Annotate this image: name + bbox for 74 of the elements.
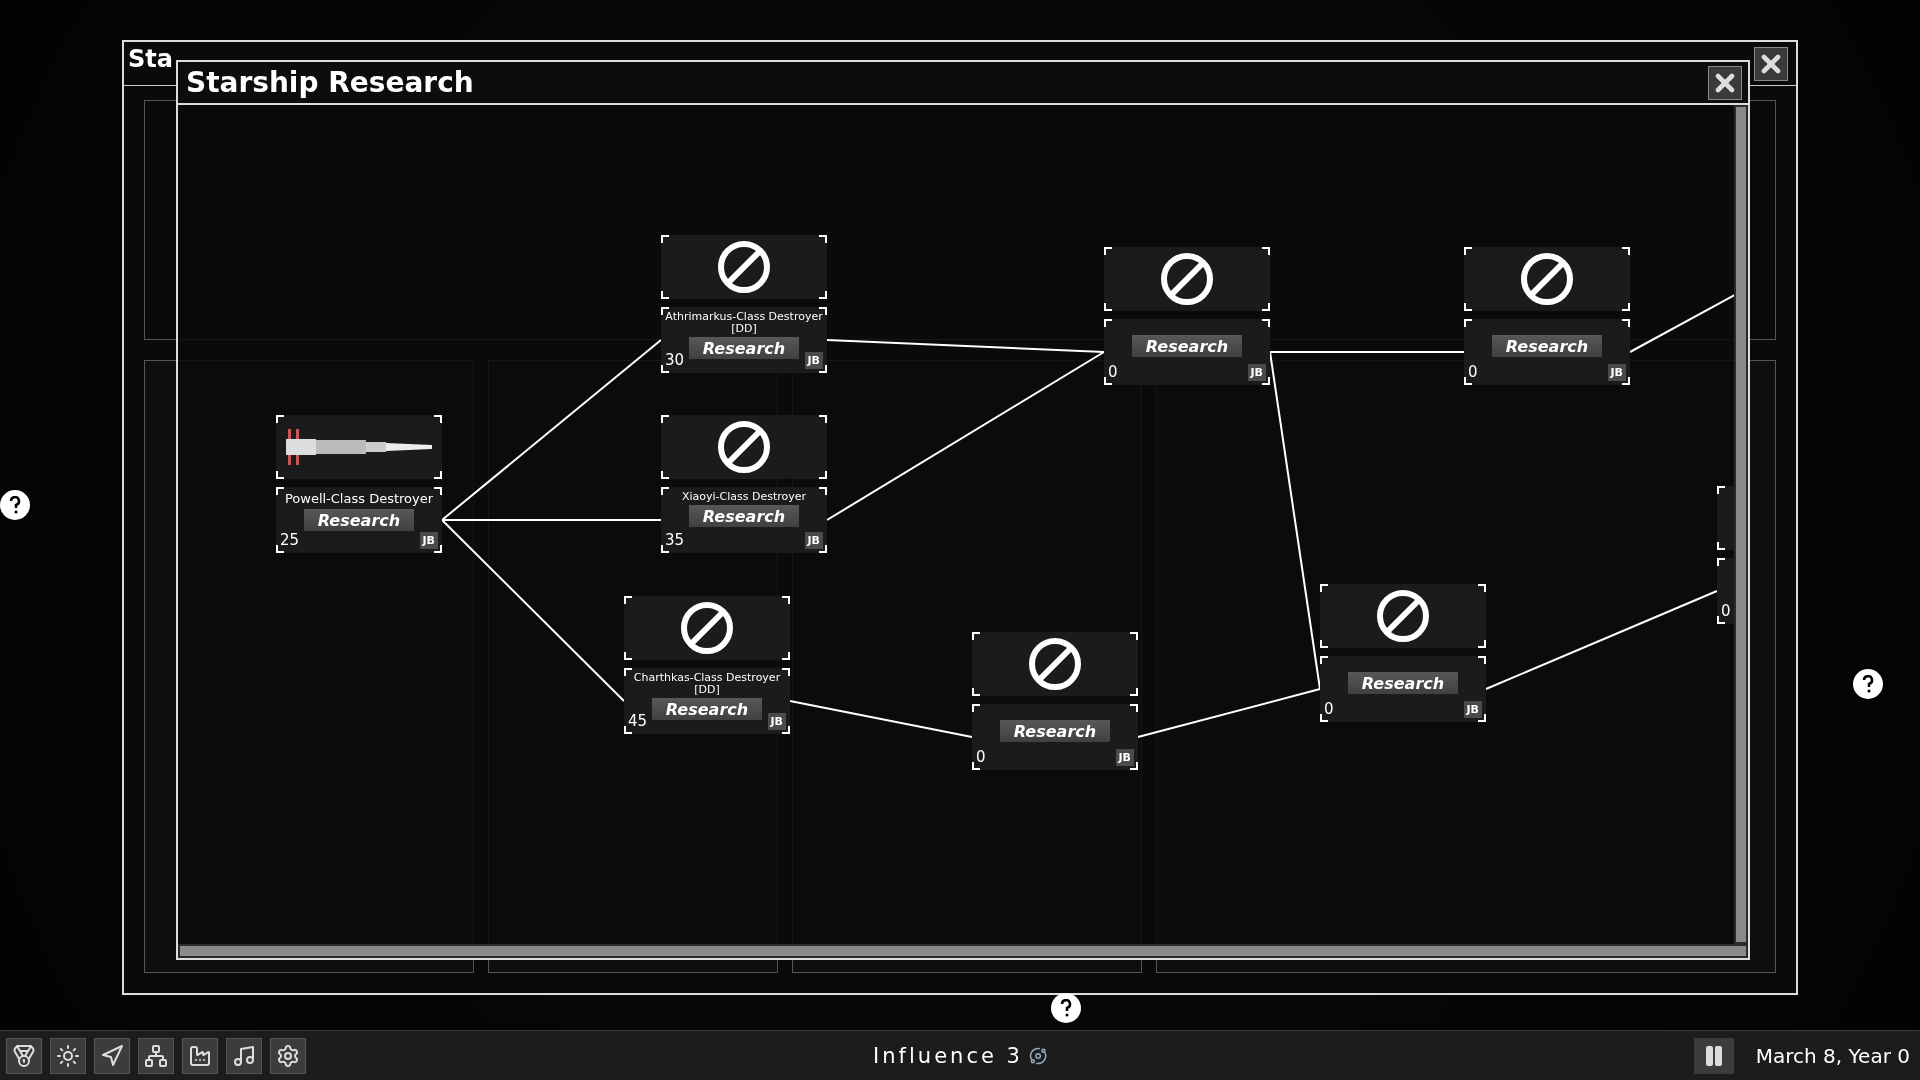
medal-icon [12, 1043, 36, 1068]
prohibited-icon [1160, 252, 1214, 306]
horizontal-scrollbar[interactable] [178, 944, 1748, 958]
arrow-icon [100, 1043, 124, 1068]
help-button[interactable] [1051, 993, 1081, 1023]
cost-value: 35 [665, 531, 685, 549]
prohibited-icon [1028, 637, 1082, 691]
factory-button[interactable] [182, 1037, 218, 1074]
window-title: Sta [128, 44, 173, 73]
research-button[interactable]: Research [1347, 672, 1459, 694]
influence-label: Influence 3 [873, 1043, 1023, 1068]
dialog-title: Starship Research [186, 66, 474, 99]
music-button[interactable] [226, 1037, 262, 1074]
currency-tag: JB [1247, 364, 1266, 381]
cost-value: 0 [1468, 363, 1478, 381]
hierarchy-button[interactable] [138, 1037, 174, 1074]
research-button[interactable]: Research [688, 337, 800, 359]
research-button[interactable]: Research [1131, 335, 1243, 357]
node-icon-panel[interactable] [661, 235, 827, 299]
node-icon-panel[interactable] [1104, 247, 1270, 311]
node-icon-panel[interactable] [1464, 247, 1630, 311]
cost-value: 30 [665, 351, 685, 369]
help-icon [1861, 675, 1875, 693]
medal-button[interactable] [6, 1037, 42, 1074]
close-button[interactable] [1754, 46, 1788, 81]
arrow-button[interactable] [94, 1037, 130, 1074]
help-icon [8, 496, 22, 514]
node-icon-panel[interactable] [624, 596, 790, 660]
research-button[interactable]: Research [303, 509, 415, 531]
ship-name: Xiaoyi-Class Destroyer [681, 491, 807, 503]
currency-tag: JB [1115, 749, 1134, 766]
cost-value: 25 [280, 531, 300, 549]
prohibited-icon [680, 601, 734, 655]
currency-tag: JB [1607, 364, 1626, 381]
currency-tag: JB [804, 352, 823, 369]
sun-button[interactable] [50, 1037, 86, 1074]
node-icon-panel[interactable] [972, 632, 1138, 696]
ship-name: Athrimarkus-Class Destroyer [DD] [664, 311, 824, 335]
settings-icon [276, 1043, 300, 1068]
cost-value: 0 [976, 748, 986, 766]
node-icon-panel[interactable] [661, 415, 827, 479]
research-button[interactable]: Research [999, 720, 1111, 742]
node-icon-panel[interactable] [276, 415, 442, 479]
currency-tag: JB [419, 532, 438, 549]
vertical-scrollbar[interactable] [1734, 105, 1748, 944]
pause-button[interactable] [1693, 1037, 1734, 1074]
node-icon-panel[interactable] [1320, 584, 1486, 648]
cost-value: 0 [1721, 602, 1731, 620]
game-date: March 8, Year 0 [1755, 1043, 1911, 1068]
research-button[interactable]: Research [1491, 335, 1603, 357]
sun-icon [56, 1043, 80, 1068]
research-button[interactable]: Research [688, 505, 800, 527]
help-button[interactable] [1853, 669, 1883, 699]
cost-value: 0 [1324, 700, 1334, 718]
prohibited-icon [717, 420, 771, 474]
settings-button[interactable] [270, 1037, 306, 1074]
music-icon [232, 1043, 256, 1068]
factory-icon [188, 1043, 212, 1068]
cost-value: 0 [1108, 363, 1118, 381]
prohibited-icon [717, 240, 771, 294]
close-button[interactable] [1708, 65, 1742, 100]
ship-name: Charthkas-Class Destroyer [DD] [632, 672, 782, 696]
currency-tag: JB [767, 713, 786, 730]
hierarchy-icon [144, 1043, 168, 1068]
currency-tag: JB [804, 532, 823, 549]
prohibited-icon [1520, 252, 1574, 306]
cost-value: 45 [628, 712, 648, 730]
help-icon [1059, 999, 1073, 1017]
ship-name: Powell-Class Destroyer [284, 491, 434, 507]
currency-tag: JB [1463, 701, 1482, 718]
galaxy-icon [1028, 1046, 1047, 1065]
prohibited-icon [1376, 589, 1430, 643]
help-button[interactable] [0, 490, 30, 520]
research-button[interactable]: Research [651, 698, 763, 720]
